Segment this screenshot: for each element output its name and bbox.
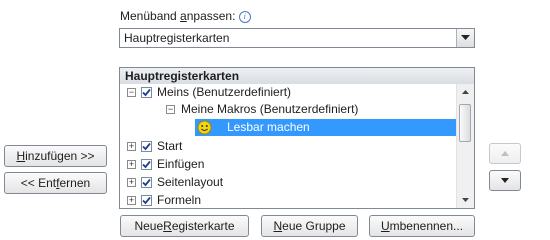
checkbox-einfuegen[interactable] bbox=[141, 159, 152, 170]
tree-scrollbar[interactable] bbox=[456, 84, 474, 208]
checkbox-formeln[interactable] bbox=[141, 195, 152, 206]
tree-item-seitenlayout[interactable]: + Seitenlayout bbox=[120, 174, 458, 191]
checkbox-meins[interactable] bbox=[141, 87, 152, 98]
expand-icon[interactable]: + bbox=[127, 160, 136, 169]
tree-item-meins[interactable]: − Meins (Benutzerdefiniert) bbox=[120, 84, 458, 101]
tree-item-lesbar-machen[interactable]: Lesbar machen bbox=[195, 119, 458, 136]
arrow-down-icon bbox=[501, 178, 509, 183]
checkmark-icon bbox=[142, 196, 151, 205]
tree-item-label: Formeln bbox=[157, 193, 202, 207]
checkmark-icon bbox=[142, 178, 151, 187]
move-up-button[interactable] bbox=[489, 143, 521, 164]
checkbox-start[interactable] bbox=[141, 141, 152, 152]
arrow-down-icon bbox=[462, 198, 469, 202]
tree-item-label: Seitenlayout bbox=[157, 175, 224, 189]
tree-item-label: Meine Makros (Benutzerdefiniert) bbox=[181, 102, 359, 116]
add-button[interactable]: Hinzufügen >> bbox=[4, 145, 107, 167]
expand-icon[interactable]: + bbox=[127, 196, 136, 205]
tree-item-label: Start bbox=[157, 139, 183, 153]
tree-item-label: Lesbar machen bbox=[227, 120, 310, 134]
dropdown-value: Hauptregisterkarten bbox=[124, 31, 230, 45]
tree-item-meine-makros[interactable]: − Meine Makros (Benutzerdefiniert) bbox=[120, 101, 458, 118]
checkbox-seitenlayout[interactable] bbox=[141, 177, 152, 188]
tree-item-label: Meins (Benutzerdefiniert) bbox=[157, 85, 292, 99]
smiley-icon bbox=[197, 120, 212, 135]
collapse-icon[interactable]: − bbox=[166, 105, 175, 114]
expand-icon[interactable]: + bbox=[127, 178, 136, 187]
new-group-button[interactable]: Neue Gruppe bbox=[261, 215, 358, 237]
customize-ribbon-dropdown[interactable]: Hauptregisterkarten bbox=[119, 28, 475, 48]
info-icon: i bbox=[238, 10, 251, 23]
checkmark-icon bbox=[142, 142, 151, 151]
tree-item-formeln[interactable]: + Formeln bbox=[120, 192, 458, 208]
scroll-up-button[interactable] bbox=[457, 84, 474, 100]
new-tab-button[interactable]: Neue Registerkarte bbox=[120, 215, 249, 237]
tree-item-einfuegen[interactable]: + Einfügen bbox=[120, 156, 458, 173]
arrow-up-icon bbox=[501, 151, 509, 156]
dropdown-arrow-button[interactable] bbox=[456, 29, 474, 47]
scroll-thumb[interactable] bbox=[459, 104, 471, 142]
scroll-down-button[interactable] bbox=[457, 192, 474, 208]
checkmark-icon bbox=[142, 88, 151, 97]
checkmark-icon bbox=[142, 160, 151, 169]
customize-ribbon-label: Menüband anpassen: i bbox=[120, 9, 251, 23]
tree-item-label: Einfügen bbox=[157, 157, 205, 171]
chevron-down-icon bbox=[461, 35, 470, 40]
expand-icon[interactable]: + bbox=[127, 142, 136, 151]
tree-item-start[interactable]: + Start bbox=[120, 138, 458, 155]
remove-button[interactable]: << Ent f ernen bbox=[4, 172, 107, 194]
ribbon-tabs-tree[interactable]: Hauptregisterkarten − Meins (Benutzerdef… bbox=[119, 67, 475, 209]
tree-header: Hauptregisterkarten bbox=[120, 68, 474, 84]
move-down-button[interactable] bbox=[489, 170, 521, 191]
collapse-icon[interactable]: − bbox=[127, 88, 136, 97]
arrow-up-icon bbox=[462, 90, 469, 94]
rename-button[interactable]: Umbenennen... bbox=[369, 215, 475, 237]
